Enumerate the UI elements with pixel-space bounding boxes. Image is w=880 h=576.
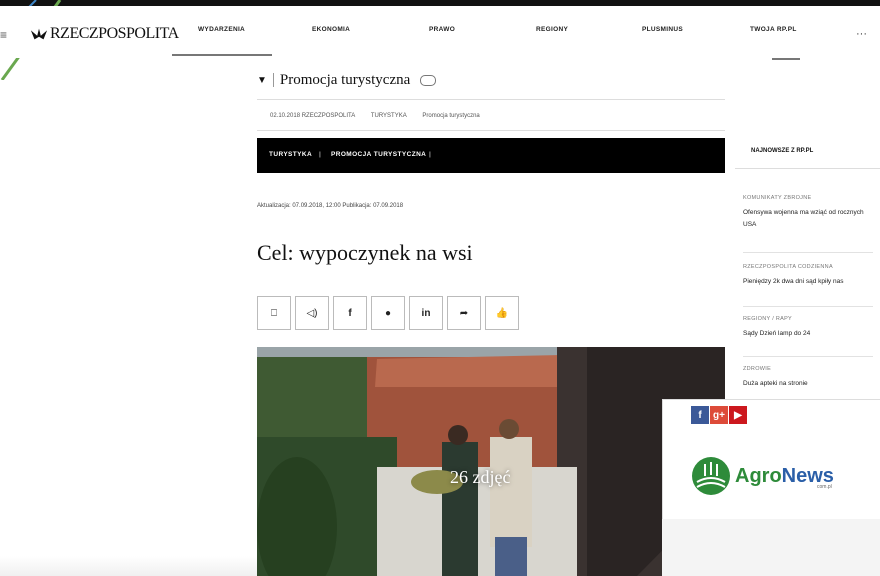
sidebar-item-category: REGIONY / RAPY [743,316,793,322]
site-logo[interactable]: RZECZPOSPOLITA [30,23,179,45]
divider [257,130,725,131]
sidebar-item-category: KOMUNIKATY ZBROJNE [743,195,812,201]
divider [743,356,873,357]
share-button[interactable]: ➦ [447,296,481,330]
bookmark-button[interactable]: ⎕ [257,296,291,330]
youtube-icon[interactable]: ▶ [729,406,747,424]
divider [257,99,725,100]
logo-text: RZECZPOSPOLITA [50,25,179,42]
sidebar-heading-text: NAJNOWSZE Z RP.PL [751,148,814,154]
nav-item-ekonomia[interactable]: EKONOMIA [312,26,350,33]
sidebar-item-title[interactable]: Pieniędzy 2k dwa dni sąd kpiły nas [743,276,873,288]
bookmark-icon: ⎕ [271,307,277,319]
agronews-ad[interactable]: f g+ ▶ AgroNews com.pl [662,399,880,521]
article-dates: Aktualizacja: 07.09.2018, 12:00 Publikac… [257,203,404,209]
nav-item-plusminus[interactable]: PLUSMINUS [642,26,683,33]
infinity-icon [420,74,437,86]
more-menu-button[interactable]: ··· [856,28,867,40]
ad-social-links: f g+ ▶ [691,406,747,424]
facebook-icon[interactable]: f [691,406,709,424]
article-headline: Cel: wypoczynek na wsi [257,240,473,265]
thumbs-up-icon: 👍 [495,307,509,319]
wheat-field-icon [692,457,730,495]
share-toolbar: ⎕ ◁) f ● in ➦ 👍 [257,296,519,330]
share-arrow-icon: ➦ [459,307,469,319]
facebook-share-button[interactable]: f [333,296,367,330]
main-nav: WYDARZENIA EKONOMIA PRAWO REGIONY PLUSMI… [170,26,850,46]
listen-button[interactable]: ◁) [295,296,329,330]
breadcrumb-date[interactable]: 02.10.2018 RZECZPOSPOLITA [270,113,355,119]
article-photo[interactable]: 26 zdjęć [257,347,725,576]
photo-count-label[interactable]: 26 zdjęć [450,467,510,488]
twitter-share-button[interactable]: ● [371,296,405,330]
sidebar-heading: NAJNOWSZE Z RP.PL [735,138,880,169]
google-plus-icon[interactable]: g+ [710,406,728,424]
nav-underline-right [772,58,800,60]
twitter-icon: ● [384,307,392,319]
photo-illustration [257,347,725,576]
nav-item-regiony[interactable]: REGIONY [536,26,568,33]
ad-lower-area [662,519,880,576]
sidebar-list-item[interactable]: REGIONY / RAPY Sądy Dzień lamp do 24 [743,316,873,340]
sidebar-item-title[interactable]: Ofensywa wojenna ma wziąć od rocznych US… [743,207,873,231]
sidebar-item-title[interactable]: Sądy Dzień lamp do 24 [743,328,873,340]
category-separator: | [319,151,322,158]
eagle-logo-icon [30,28,48,40]
section-title[interactable]: Promocja turystyczna [280,72,410,89]
category-separator: | [429,151,432,158]
sidebar-item-title[interactable]: Duża apteki na stronie [743,378,873,390]
linkedin-icon: in [421,307,431,319]
divider [272,73,274,87]
nav-item-wydarzenia[interactable]: WYDARZENIA [198,26,245,33]
nav-active-indicator [172,54,272,56]
caret-down-icon[interactable]: ▼ [257,75,267,86]
agronews-logo: AgroNews [691,456,834,496]
site-header: ≡ RZECZPOSPOLITA WYDARZENIA EKONOMIA PRA… [0,6,880,58]
speaker-icon: ◁) [306,307,318,319]
breadcrumb-item[interactable]: TURYSTYKA [371,113,407,119]
sidebar-list-item[interactable]: KOMUNIKATY ZBROJNE Ofensywa wojenna ma w… [743,195,873,231]
sidebar-item-category: RZECZPOSPOLITA CODZIENNA [743,264,833,270]
breadcrumb: 02.10.2018 RZECZPOSPOLITA TURYSTYKA Prom… [270,113,494,119]
nav-item-prawo[interactable]: PRAWO [429,26,455,33]
page-bottom-fade [0,556,257,576]
like-button[interactable]: 👍 [485,296,519,330]
linkedin-share-button[interactable]: in [409,296,443,330]
nav-item-twoja-rp[interactable]: TWOJA RP.PL [750,26,797,33]
ad-brand-domain: com.pl [817,484,832,490]
sidebar-list-item[interactable]: ZDROWIE Duża apteki na stronie [743,366,873,390]
divider [743,252,873,253]
divider [743,306,873,307]
sidebar-item-category: ZDROWIE [743,366,772,372]
category-link-turystyka[interactable]: TURYSTYKA [269,151,312,158]
category-bar: TURYSTYKA | PROMOCJA TURYSTYCZNA | [257,138,725,173]
breadcrumb-item[interactable]: Promocja turystyczna [422,113,479,119]
section-header: ▼ Promocja turystyczna [257,68,437,92]
sidebar-list-item[interactable]: RZECZPOSPOLITA CODZIENNA Pieniędzy 2k dw… [743,264,873,288]
category-link-promocja[interactable]: PROMOCJA TURYSTYCZNA [331,151,426,158]
facebook-icon: f [348,307,352,319]
menu-icon[interactable]: ≡ [0,28,7,42]
